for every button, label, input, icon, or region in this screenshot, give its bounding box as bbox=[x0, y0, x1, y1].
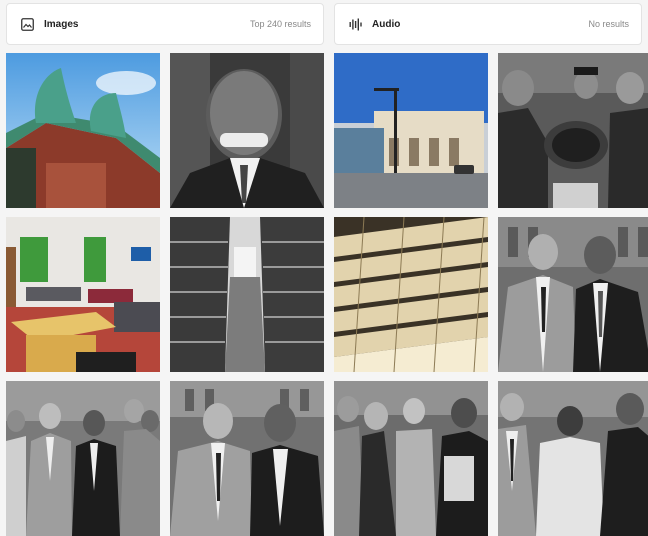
images-section-header[interactable]: Images Top 240 results bbox=[6, 3, 324, 45]
audio-section-header[interactable]: Audio No results bbox=[334, 3, 642, 45]
images-result-count: Top 240 results bbox=[249, 19, 311, 29]
audio-waveform-icon bbox=[349, 17, 363, 31]
image-result-group-photo-1[interactable] bbox=[6, 381, 160, 536]
images-section-title: Images bbox=[44, 18, 79, 30]
image-result-library-stacks[interactable] bbox=[170, 217, 324, 372]
image-result-arena-building[interactable] bbox=[334, 53, 488, 208]
image-result-library-lounge[interactable] bbox=[6, 217, 160, 372]
image-result-group-photo-2[interactable] bbox=[170, 381, 324, 536]
image-result-portrait-smiling-man[interactable] bbox=[170, 53, 324, 208]
image-result-two-men-portrait[interactable] bbox=[498, 217, 648, 372]
image-result-library-rooftop[interactable] bbox=[6, 53, 160, 208]
image-result-award-plaque[interactable] bbox=[498, 53, 648, 208]
image-result-card-catalog[interactable] bbox=[334, 217, 488, 372]
image-result-group-photo-3[interactable] bbox=[334, 381, 488, 536]
audio-result-count: No results bbox=[588, 19, 629, 29]
image-result-group-photo-4[interactable] bbox=[498, 381, 648, 536]
image-icon bbox=[21, 17, 35, 31]
audio-section-title: Audio bbox=[372, 18, 401, 30]
